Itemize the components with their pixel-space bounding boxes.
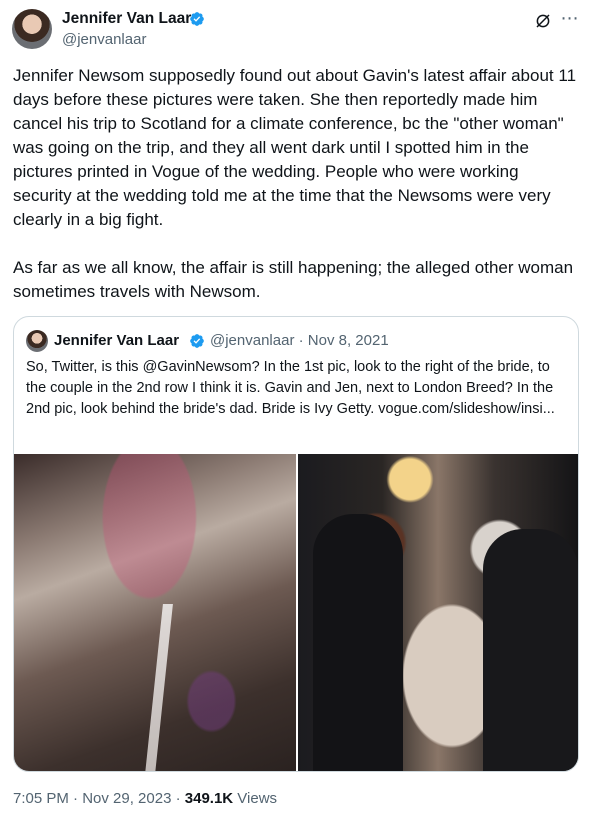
views-label: Views — [233, 790, 278, 807]
groom-figure — [313, 514, 403, 771]
avatar[interactable] — [12, 9, 52, 49]
quote-text: So, Twitter, is this @GavinNewsom? In th… — [26, 359, 555, 417]
quoted-tweet[interactable]: Jennifer Van Laar @jenvanlaar · Nov 8, 2… — [13, 316, 579, 772]
author-name[interactable]: Jennifer Van Laar — [62, 9, 191, 29]
tweet-text: Jennifer Newsom supposedly found out abo… — [13, 66, 577, 301]
quote-avatar — [26, 330, 48, 352]
tweet-meta: 7:05 PM · Nov 29, 2023 · 349.1K Views — [13, 789, 277, 809]
quote-handle-date: @jenvanlaar · Nov 8, 2021 — [210, 332, 389, 349]
bride-and-father-photo[interactable] — [298, 454, 578, 771]
more-horizontal-icon[interactable]: ⋯ — [560, 9, 580, 30]
timestamp[interactable]: 7:05 PM · Nov 29, 2023 · — [13, 790, 185, 807]
views-count: 349.1K — [184, 790, 234, 807]
verified-badge-icon — [190, 334, 204, 348]
tweet: Jennifer Van Laar @jenvanlaar ⋯ Jennifer… — [0, 0, 591, 826]
verified-badge-icon — [190, 12, 204, 26]
grok-icon[interactable] — [534, 12, 552, 30]
aisle-veil — [145, 604, 173, 771]
quote-author-name: Jennifer Van Laar — [54, 332, 180, 349]
wedding-aisle-photo[interactable] — [14, 454, 296, 771]
author-handle[interactable]: @jenvanlaar — [62, 31, 146, 49]
father-figure — [483, 529, 578, 771]
